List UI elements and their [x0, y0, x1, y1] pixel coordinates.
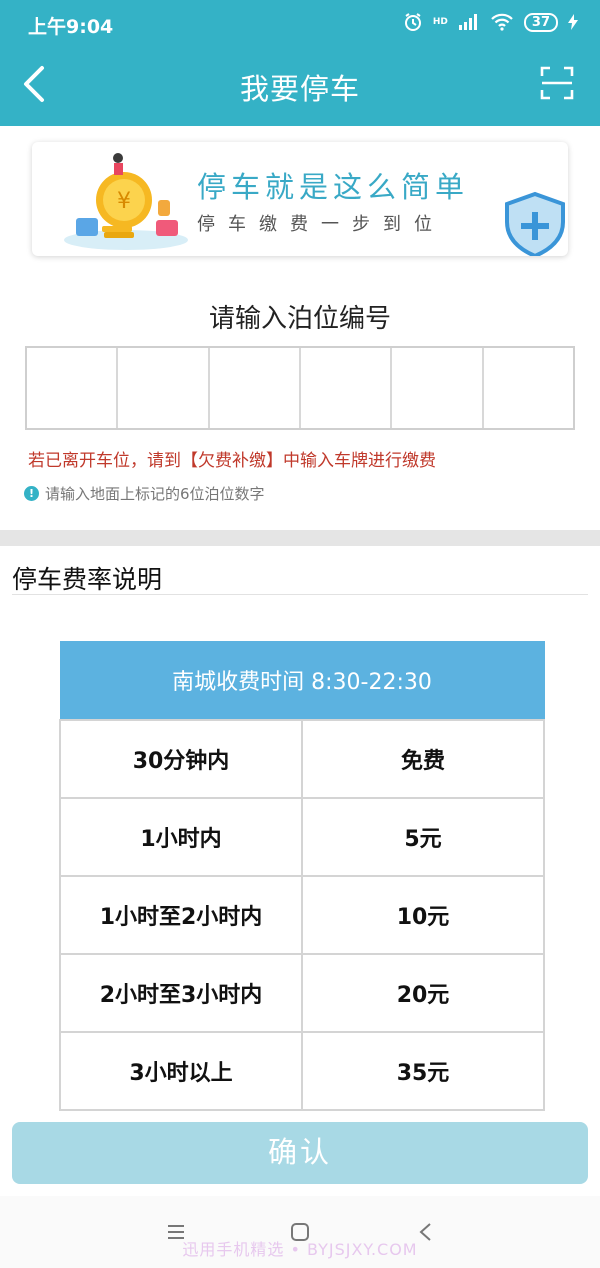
coin-illustration-icon: ¥: [64, 153, 188, 250]
rate-fee-cell: 20元: [301, 952, 545, 1033]
rate-fee-cell: 10元: [301, 874, 545, 955]
rate-fee-cell: 5元: [301, 796, 545, 877]
signal-icon: [458, 14, 477, 30]
berth-digit-box-5[interactable]: [392, 348, 484, 428]
signal-hd-label: HD: [432, 17, 448, 27]
charging-icon: [568, 14, 578, 30]
status-time: 上午9:04: [28, 16, 114, 38]
rate-fee-cell: 免费: [301, 718, 545, 799]
berth-digit-box-2[interactable]: [118, 348, 210, 428]
wifi-icon: [491, 13, 513, 31]
table-row: 3小时以上 35元: [59, 1030, 545, 1111]
table-row: 1小时内 5元: [59, 796, 545, 877]
berth-number-input[interactable]: [25, 346, 575, 430]
berth-digit-box-4[interactable]: [301, 348, 393, 428]
page-title: 我要停车: [239, 72, 360, 106]
berth-digit-box-1[interactable]: [27, 348, 119, 428]
table-row: 2小时至3小时内 20元: [59, 952, 545, 1033]
rate-title-underline: [12, 594, 588, 595]
rate-section-title: 停车费率说明: [12, 565, 163, 594]
confirm-button[interactable]: 确认: [12, 1122, 588, 1184]
table-row: 1小时至2小时内 10元: [59, 874, 545, 955]
rate-fee-cell: 35元: [301, 1030, 545, 1111]
rate-table: 南城收费时间 8:30-22:30 30分钟内 免费 1小时内 5元 1小时至2…: [59, 641, 545, 1111]
status-bar: 上午9:04 HD 37: [0, 0, 600, 50]
rate-duration-cell: 3小时以上: [59, 1030, 303, 1111]
watermark-text: 迅用手机精选 • BYJSJXY.COM: [182, 1240, 418, 1259]
banner-subtitle: 停车缴费一步到位: [197, 214, 445, 235]
battery-indicator: 37: [523, 12, 558, 32]
rate-duration-cell: 1小时至2小时内: [59, 874, 303, 955]
berth-hint-text: 请输入地面上标记的6位泊位数字: [45, 485, 265, 503]
promo-banner: ¥ 停车就是这么简单 停车缴费一步到位: [32, 142, 568, 256]
berth-input-label: 请输入泊位编号: [208, 304, 391, 334]
svg-text:¥: ¥: [117, 189, 131, 214]
berth-digit-box-3[interactable]: [210, 348, 301, 428]
app-header: 上午9:04 HD 37 我要停车: [0, 0, 600, 126]
rate-table-header: 南城收费时间 8:30-22:30: [59, 641, 545, 720]
section-divider: [0, 530, 600, 546]
scan-icon[interactable]: [540, 66, 574, 100]
rate-duration-cell: 2小时至3小时内: [59, 952, 303, 1033]
status-icons: HD 37: [403, 12, 578, 32]
shield-plus-icon: [505, 191, 565, 256]
berth-digit-box-6[interactable]: [484, 348, 573, 428]
rate-duration-cell: 30分钟内: [59, 718, 303, 799]
arrears-warning-text: 若已离开车位，请到【欠费补缴】中输入车牌进行缴费: [28, 451, 436, 471]
alarm-icon: [404, 13, 421, 31]
berth-hint: ! 请输入地面上标记的6位泊位数字: [24, 483, 265, 504]
table-row: 30分钟内 免费: [59, 718, 545, 799]
banner-title: 停车就是这么简单: [197, 170, 470, 204]
rate-table-header-row: 南城收费时间 8:30-22:30: [59, 641, 545, 720]
rate-duration-cell: 1小时内: [59, 796, 303, 877]
info-icon: !: [24, 486, 39, 501]
